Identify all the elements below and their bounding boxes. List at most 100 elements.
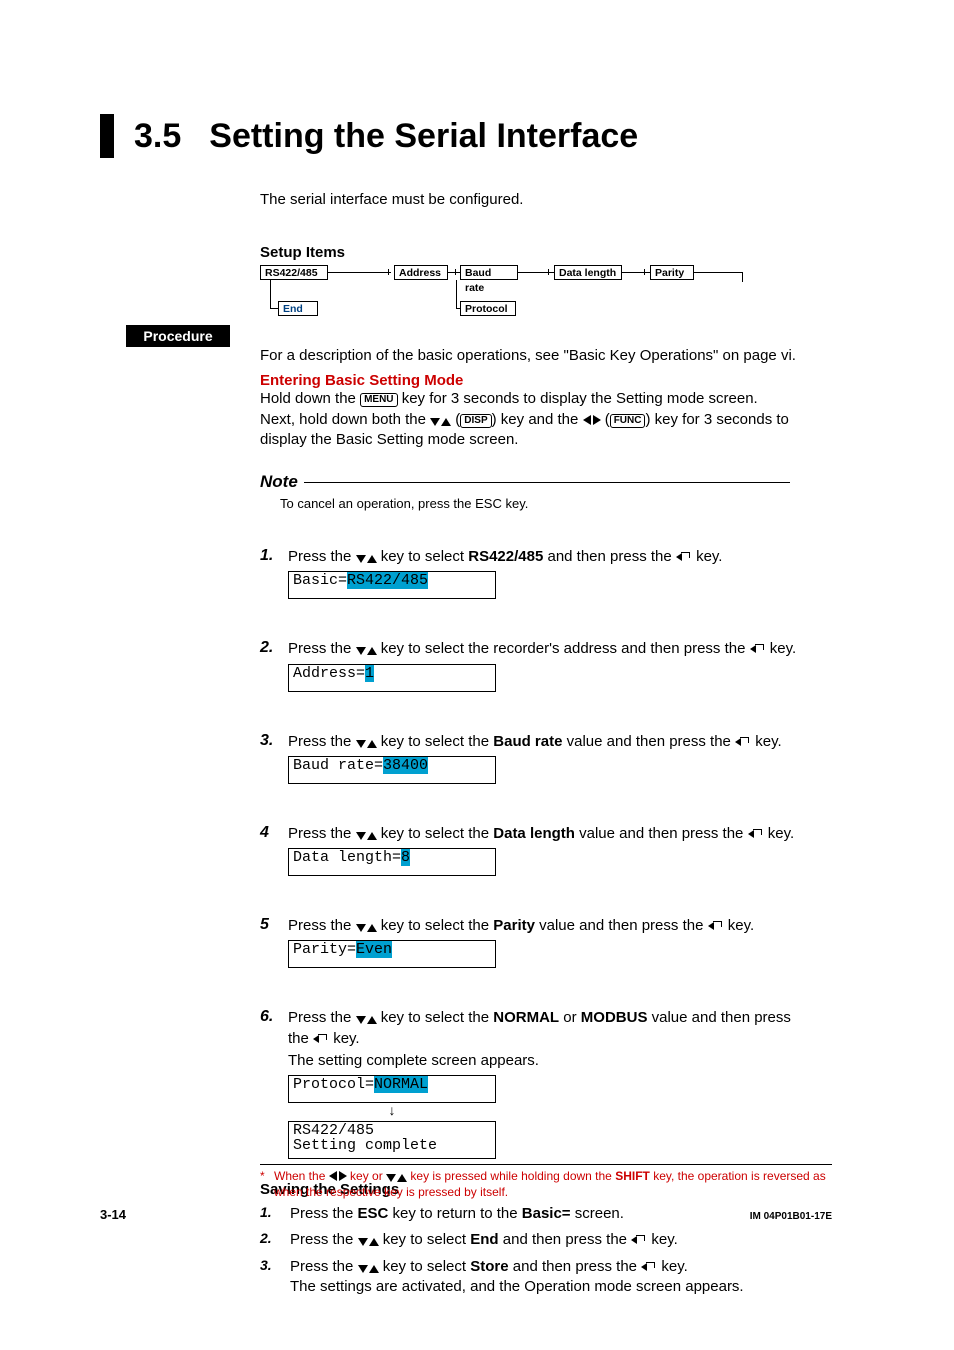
section-marker	[100, 114, 114, 158]
setup-box-baud: Baud rate	[460, 265, 518, 280]
text: key to select the	[377, 825, 494, 842]
lcd-display: Basic=RS422/485	[288, 571, 496, 599]
text: Next, hold down both the	[260, 411, 430, 428]
text: value and then press the	[562, 733, 735, 750]
setup-box-rs: RS422/485	[260, 265, 328, 280]
intro-text: The serial interface must be configured.	[260, 190, 830, 210]
lcd-display: Protocol=NORMAL	[288, 1075, 496, 1103]
text: and then press the	[543, 548, 676, 565]
enter-icon	[735, 735, 751, 747]
leftright-icon	[583, 415, 601, 425]
lcd-text: Baud rate=	[293, 757, 383, 774]
setup-box-end: End	[278, 301, 318, 316]
text: key to select the	[377, 1009, 494, 1026]
updown-icon	[356, 1016, 377, 1024]
text: Press the	[288, 917, 356, 934]
text: The setting complete screen appears.	[288, 1051, 810, 1071]
lcd-highlight: RS422/485	[347, 572, 428, 589]
page-number: 3-14	[100, 1207, 126, 1222]
enter-icon	[676, 550, 692, 562]
lcd-highlight: 38400	[383, 757, 428, 774]
footnote: * When the key or key is pressed while h…	[260, 1169, 832, 1200]
step-number: 6.	[260, 1008, 288, 1159]
step-number: 4	[260, 824, 288, 876]
lcd-highlight: 8	[401, 849, 410, 866]
note-block: Note To cancel an operation, press the E…	[260, 472, 790, 511]
text: Press the	[288, 733, 356, 750]
lcd-highlight: Even	[356, 941, 392, 958]
text: key.	[692, 548, 723, 565]
section-number: 3.5	[134, 117, 181, 156]
updown-icon	[356, 740, 377, 748]
updown-icon	[356, 555, 377, 563]
setup-box-datalen: Data length	[554, 265, 622, 280]
text: key.	[724, 917, 755, 934]
text: key.	[751, 733, 782, 750]
lcd-highlight: 1	[365, 665, 374, 682]
text: Press the	[288, 825, 356, 842]
enter-icon	[641, 1260, 657, 1272]
text: Hold down the	[260, 390, 360, 407]
step-number: 5	[260, 916, 288, 968]
proc-intro: For a description of the basic operation…	[260, 346, 830, 366]
text: Press the	[288, 640, 356, 657]
lcd-line2: Setting complete	[293, 1137, 437, 1154]
bold: NORMAL	[493, 1009, 559, 1026]
save-step-body: Press the key to select Store and then p…	[290, 1257, 744, 1298]
entering-line2: Next, hold down both the (DISP) key and …	[260, 410, 830, 451]
document-id: IM 04P01B01-17E	[750, 1211, 832, 1222]
text: key.	[764, 825, 795, 842]
down-arrow-icon: ↓	[288, 1103, 496, 1117]
text: key to select the	[377, 733, 494, 750]
text: value and then press the	[535, 917, 708, 934]
bold: RS422/485	[468, 548, 543, 565]
text: key for 3 seconds to display the Setting…	[398, 390, 758, 407]
lcd-display: Baud rate=38400	[288, 756, 496, 784]
lcd-text: Address=	[293, 665, 365, 682]
setup-box-address: Address	[394, 265, 448, 280]
step-number: 1.	[260, 547, 288, 599]
lcd-display: Data length=8	[288, 848, 496, 876]
bold: Parity	[493, 917, 535, 934]
menu-keycap: MENU	[360, 393, 397, 407]
bold: Baud rate	[493, 733, 562, 750]
section-title: Setting the Serial Interface	[209, 117, 638, 156]
lcd-display: Parity=Even	[288, 940, 496, 968]
note-rule	[304, 482, 790, 483]
enter-icon	[748, 827, 764, 839]
bold: MODBUS	[581, 1009, 648, 1026]
disp-keycap: DISP	[460, 414, 491, 428]
text: key to select	[377, 548, 469, 565]
note-text: To cancel an operation, press the ESC ke…	[280, 496, 790, 511]
updown-icon	[356, 832, 377, 840]
save-step-body: Press the key to select End and then pre…	[290, 1230, 678, 1250]
lcd-text: Parity=	[293, 941, 356, 958]
setup-items-heading: Setup Items	[260, 244, 830, 261]
updown-icon	[430, 418, 451, 426]
setup-box-protocol: Protocol	[460, 301, 516, 316]
enter-icon	[631, 1233, 647, 1245]
updown-icon	[386, 1174, 407, 1182]
step-number: 2.	[260, 639, 288, 691]
text: key to select the	[377, 917, 494, 934]
footnote-rule	[260, 1164, 832, 1165]
text: key.	[766, 640, 797, 657]
save-step-number: 3.	[260, 1257, 290, 1298]
text: value and then press the	[575, 825, 748, 842]
note-title: Note	[260, 472, 304, 492]
lcd-highlight: NORMAL	[374, 1076, 428, 1093]
text: or	[559, 1009, 581, 1026]
leftright-icon	[329, 1171, 347, 1181]
setup-box-parity: Parity	[650, 265, 694, 280]
updown-icon	[356, 924, 377, 932]
text: key.	[329, 1030, 360, 1047]
save-step-number: 2.	[260, 1230, 290, 1250]
enter-icon	[750, 642, 766, 654]
updown-icon	[358, 1238, 379, 1246]
text: Press the	[288, 1009, 356, 1026]
enter-icon	[708, 919, 724, 931]
entering-heading: Entering Basic Setting Mode	[260, 372, 830, 389]
lcd-text: Basic=	[293, 572, 347, 589]
text: key to select the recorder's address and…	[377, 640, 750, 657]
setup-items-diagram: RS422/485 Address Baud rate Data length …	[260, 265, 750, 315]
